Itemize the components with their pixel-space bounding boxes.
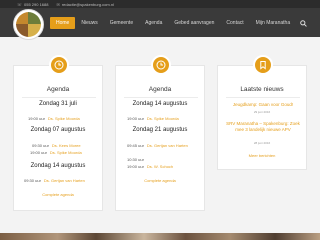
email-contact[interactable]: ✉ redactie@spakenburg.com.nl [56, 2, 113, 7]
more-news-link[interactable]: Meer berichten [218, 153, 306, 158]
event-time: 19:00 uur [30, 150, 47, 155]
event-row: 10:30 uur [127, 157, 147, 162]
nav-item-mijn-maranatha[interactable]: Mijn Maranatha [250, 17, 296, 29]
preacher-link[interactable]: Ds. W. Schoch [147, 164, 173, 169]
day-heading: Zondag 14 augustus [132, 101, 188, 107]
event-row: 19:00 uur Ds. Spike Moorda [28, 116, 80, 121]
agenda-badge [151, 55, 171, 75]
logo-segment [28, 24, 41, 37]
nav-item-home[interactable]: Home [50, 17, 76, 29]
event-row: 09:45 uur Ds. Gertjan van Harten [127, 143, 188, 148]
day-heading: Zondag 07 augustus [30, 127, 86, 133]
event-row: 19:00 uur Ds. W. Schoch [127, 164, 173, 169]
preacher-link[interactable]: Ds. Gertjan van Harten [44, 178, 85, 183]
complete-agenda-link[interactable]: Complete agenda [116, 178, 204, 183]
event-time: 19:00 uur [127, 164, 144, 169]
clock-icon [54, 60, 64, 70]
event-time: 09:45 uur [127, 143, 144, 148]
envelope-icon: ✉ [56, 1, 60, 7]
phone-icon: ☏ [17, 1, 23, 7]
event-time: 19:00 uur [28, 116, 45, 121]
event-row: 09:30 uur Ds. Kees Moree [32, 143, 81, 148]
nav-menu: Home Nieuws Gemeente Agenda Gebed aanvra… [50, 17, 296, 29]
agenda-card-2: Agenda Zondag 14 augustus 19:00 uur Ds. S… [115, 55, 205, 211]
event-time: 09:30 uur [24, 178, 41, 183]
footer-photo-strip [0, 233, 320, 240]
search-icon[interactable] [300, 20, 307, 27]
day-heading: Zondag 31 juli [39, 101, 77, 107]
agenda-badge [49, 55, 69, 75]
nav-item-contact[interactable]: Contact [220, 17, 249, 29]
news-item-title[interactable]: Jeugdkamp: Gaan voor Goud! [224, 102, 302, 108]
day-heading: Zondag 21 augustus [132, 127, 188, 133]
event-time: 10:30 uur [127, 157, 144, 162]
nav-item-agenda[interactable]: Agenda [139, 17, 168, 29]
event-time: 19:00 uur [127, 116, 144, 121]
agenda-card-1: Agenda Zondag 31 juli 19:00 uur Ds. Spike… [13, 55, 103, 211]
clock-icon [156, 60, 166, 70]
event-row: 19:00 uur Ds. Spike Moorda [30, 150, 82, 155]
event-row: 19:00 uur Ds. Spike Moorda [127, 116, 179, 121]
divider [226, 97, 300, 98]
phone-number: 055 290 1688 [24, 1, 49, 7]
card-title: Agenda [46, 86, 70, 93]
card-title: Laatste nieuws [240, 86, 284, 93]
news-item-date: 28 juni 2016 [253, 141, 271, 145]
preacher-link[interactable]: Ds. Spike Moorda [147, 116, 179, 121]
top-bar: ☏ 055 290 1688 ✉ redactie@spakenburg.com… [0, 0, 320, 8]
nav-item-gemeente[interactable]: Gemeente [104, 17, 139, 29]
news-card: Laatste nieuws Jeugdkamp: Gaan voor Goud… [217, 55, 307, 170]
preacher-link[interactable]: Ds. Kees Moree [52, 143, 81, 148]
email-address: redactie@spakenburg.com.nl [61, 1, 114, 7]
complete-agenda-link[interactable]: Complete agenda [14, 192, 102, 197]
divider [22, 97, 96, 98]
divider [124, 97, 198, 98]
site-logo[interactable] [13, 9, 44, 40]
main-nav: Home Nieuws Gemeente Agenda Gebed aanvra… [0, 8, 320, 40]
preacher-link[interactable]: Ds. Spike Moorda [48, 116, 80, 121]
card-title: Agenda [148, 86, 172, 93]
phone-contact[interactable]: ☏ 055 290 1688 [17, 2, 48, 7]
news-item-title[interactable]: SRV Maranatha – Spakenburg: Zoek mee 3 l… [224, 121, 302, 132]
news-item-date: 29 juni 2016 [253, 110, 271, 114]
event-time: 09:30 uur [32, 143, 49, 148]
bookmark-icon [260, 61, 266, 70]
day-heading: Zondag 14 augustus [30, 163, 86, 169]
event-row: 09:30 uur Ds. Gertjan van Harten [24, 178, 85, 183]
preacher-link[interactable]: Ds. Gertjan van Harten [147, 143, 188, 148]
preacher-link[interactable]: Ds. Spike Moorda [50, 150, 82, 155]
news-badge [253, 55, 273, 75]
nav-item-gebed-aanvragen[interactable]: Gebed aanvragen [168, 17, 220, 29]
nav-item-nieuws[interactable]: Nieuws [75, 17, 103, 29]
